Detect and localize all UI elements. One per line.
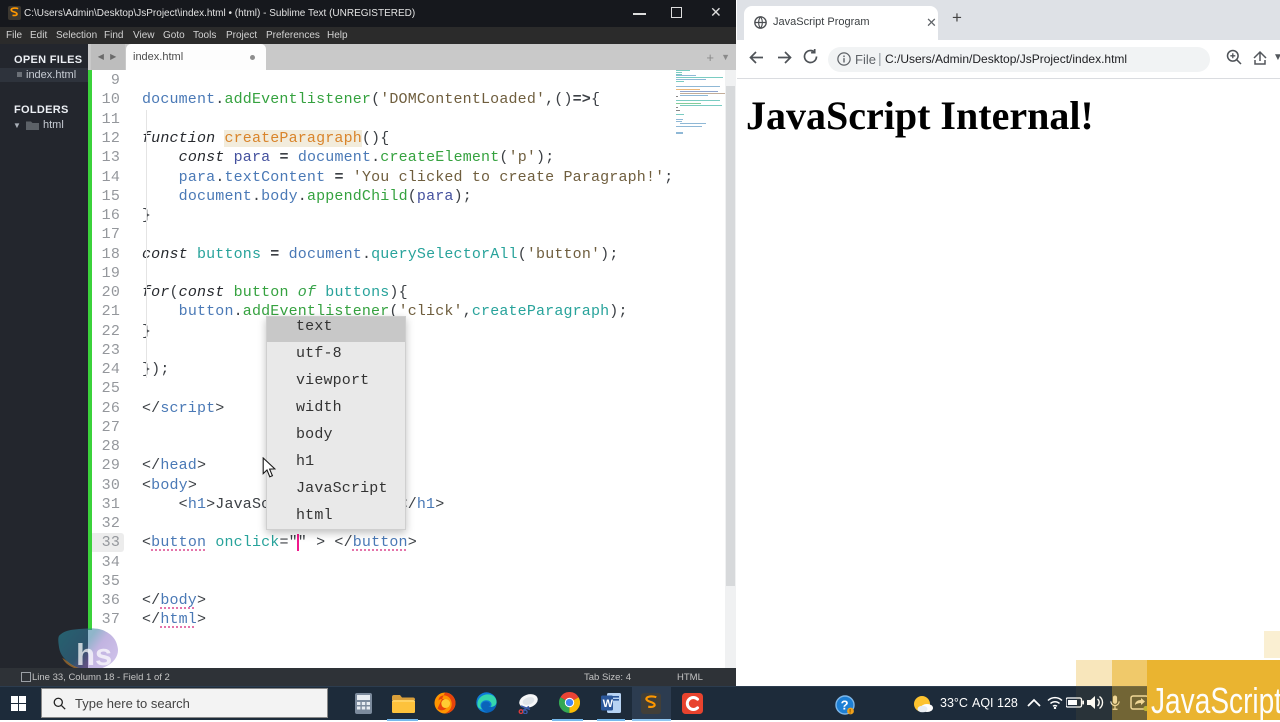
- svg-text:!: !: [849, 708, 851, 715]
- svg-text:W: W: [603, 698, 614, 710]
- svg-text:hs: hs: [76, 637, 112, 672]
